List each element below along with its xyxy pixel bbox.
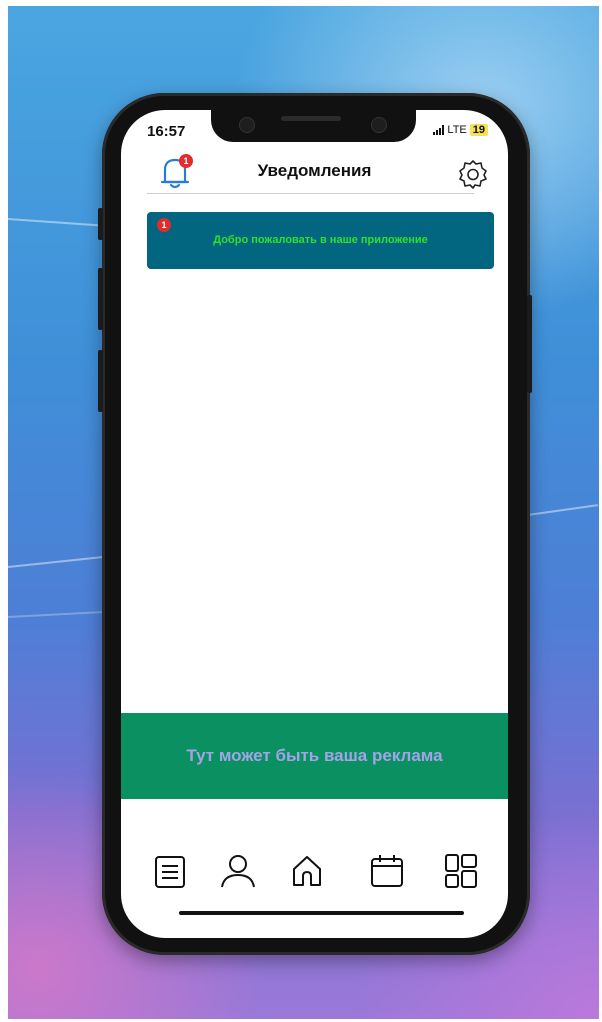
- ad-banner[interactable]: Тут может быть ваша реклама: [121, 713, 508, 799]
- profile-icon[interactable]: [218, 851, 258, 891]
- notification-text: Добро пожаловать в наше приложение: [213, 234, 428, 246]
- battery-level: 19: [469, 124, 488, 136]
- phone-power-button: [527, 295, 532, 393]
- notification-card[interactable]: 1 Добро пожаловать в наше приложение: [147, 212, 494, 269]
- ad-text: Тут может быть ваша реклама: [186, 746, 443, 765]
- calendar-icon[interactable]: [367, 851, 407, 891]
- camera: [239, 117, 255, 133]
- status-indicators: LTE 19: [433, 124, 488, 136]
- speaker: [281, 116, 341, 121]
- phone-mute-switch: [98, 208, 103, 240]
- bottom-nav: [121, 845, 508, 895]
- list-icon[interactable]: [150, 851, 190, 891]
- sensor: [371, 117, 387, 133]
- phone-screen: 16:57 LTE 19 1 Уведомления 1 Добро пожал…: [121, 110, 508, 938]
- signal-icon: [433, 125, 445, 135]
- status-time: 16:57: [147, 123, 186, 140]
- phone-volume-up: [98, 268, 103, 330]
- gear-icon[interactable]: [458, 159, 488, 189]
- phone-volume-down: [98, 350, 103, 412]
- notch: [211, 110, 416, 142]
- notification-badge: 1: [157, 218, 171, 232]
- home-icon[interactable]: [287, 851, 327, 891]
- page-title: Уведомления: [257, 161, 372, 180]
- dashboard-icon[interactable]: [441, 851, 481, 891]
- header-divider: [147, 193, 474, 194]
- app-header: 1 Уведомления: [121, 150, 508, 194]
- home-indicator[interactable]: [179, 911, 464, 915]
- network-type: LTE: [447, 124, 467, 136]
